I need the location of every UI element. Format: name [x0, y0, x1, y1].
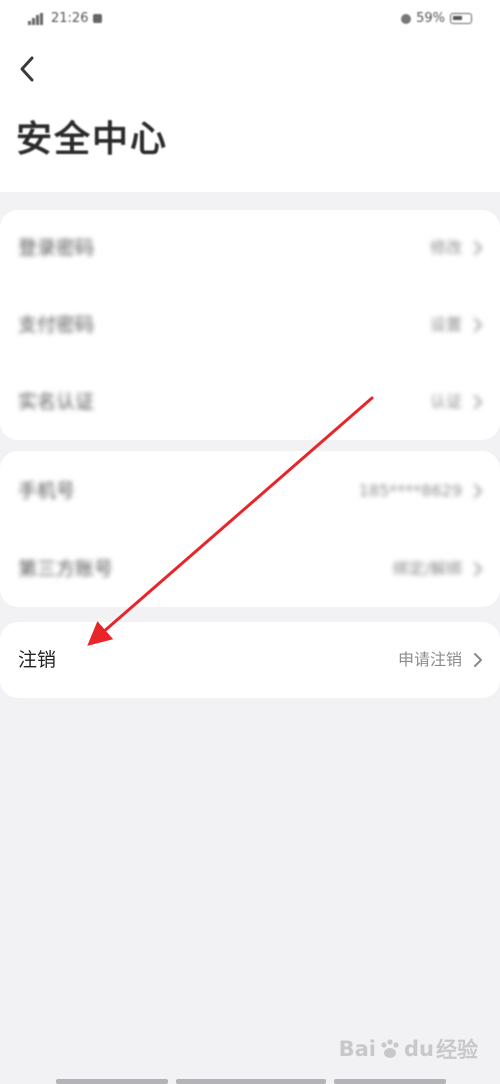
notification-icon: [93, 14, 103, 23]
watermark-du: du: [404, 1037, 434, 1061]
home-indicator-segment: [176, 1079, 326, 1084]
security-group-2: 手机号 185****8629 第三方账号 绑定/解绑: [0, 451, 500, 607]
row-label: 支付密码: [18, 314, 95, 336]
row-payment-password[interactable]: 支付密码 设置: [0, 287, 500, 363]
chevron-right-icon: [474, 395, 482, 409]
chevron-right-icon: [474, 653, 482, 667]
chevron-left-icon: [20, 56, 34, 82]
row-value: 设置: [429, 315, 462, 334]
chevron-right-icon: [474, 241, 482, 255]
row-value: 认证: [429, 392, 462, 411]
chevron-right-icon: [474, 484, 482, 498]
home-indicator: [0, 1078, 500, 1084]
row-third-party-account[interactable]: 第三方账号 绑定/解绑: [0, 531, 500, 607]
row-value: 修改: [429, 238, 462, 257]
row-label: 实名认证: [18, 391, 95, 413]
watermark-jingyan: 经验: [436, 1038, 478, 1062]
row-label: 注销: [18, 649, 57, 671]
security-group-3: 注销 申请注销: [0, 622, 500, 698]
page-title: 安全中心: [16, 119, 169, 160]
status-bar: 21:26 59%: [0, 0, 500, 40]
home-indicator-segment: [334, 1079, 446, 1084]
security-group-1: 登录密码 修改 支付密码 设置 实名认证 认证: [0, 210, 500, 440]
status-right: 59%: [401, 11, 472, 26]
battery-icon: [450, 13, 472, 24]
watermark-bai: Bai: [338, 1037, 377, 1061]
row-value: 绑定/解绑: [392, 559, 462, 578]
home-indicator-segment: [56, 1079, 168, 1084]
chevron-right-icon: [474, 318, 482, 332]
row-label: 第三方账号: [18, 558, 114, 580]
row-label: 手机号: [18, 480, 76, 502]
row-value: 185****8629: [358, 481, 462, 500]
row-label: 登录密码: [18, 237, 95, 259]
alarm-icon: [401, 13, 412, 24]
status-left: 21:26: [28, 11, 103, 26]
header: 21:26 59% 安全中心: [0, 0, 500, 192]
chevron-right-icon: [474, 562, 482, 576]
status-time: 21:26: [51, 11, 89, 26]
row-login-password[interactable]: 登录密码 修改: [0, 210, 500, 286]
battery-percent: 59%: [416, 11, 445, 26]
back-button[interactable]: [10, 52, 44, 86]
watermark-logo: Bai du 经验: [339, 1034, 478, 1064]
paw-icon: [381, 1039, 399, 1058]
row-real-name-verification[interactable]: 实名认证 认证: [0, 364, 500, 440]
row-deregister-account[interactable]: 注销 申请注销: [0, 622, 500, 698]
signal-icon: [28, 12, 43, 25]
row-phone-number[interactable]: 手机号 185****8629: [0, 453, 500, 529]
row-value: 申请注销: [397, 650, 462, 669]
